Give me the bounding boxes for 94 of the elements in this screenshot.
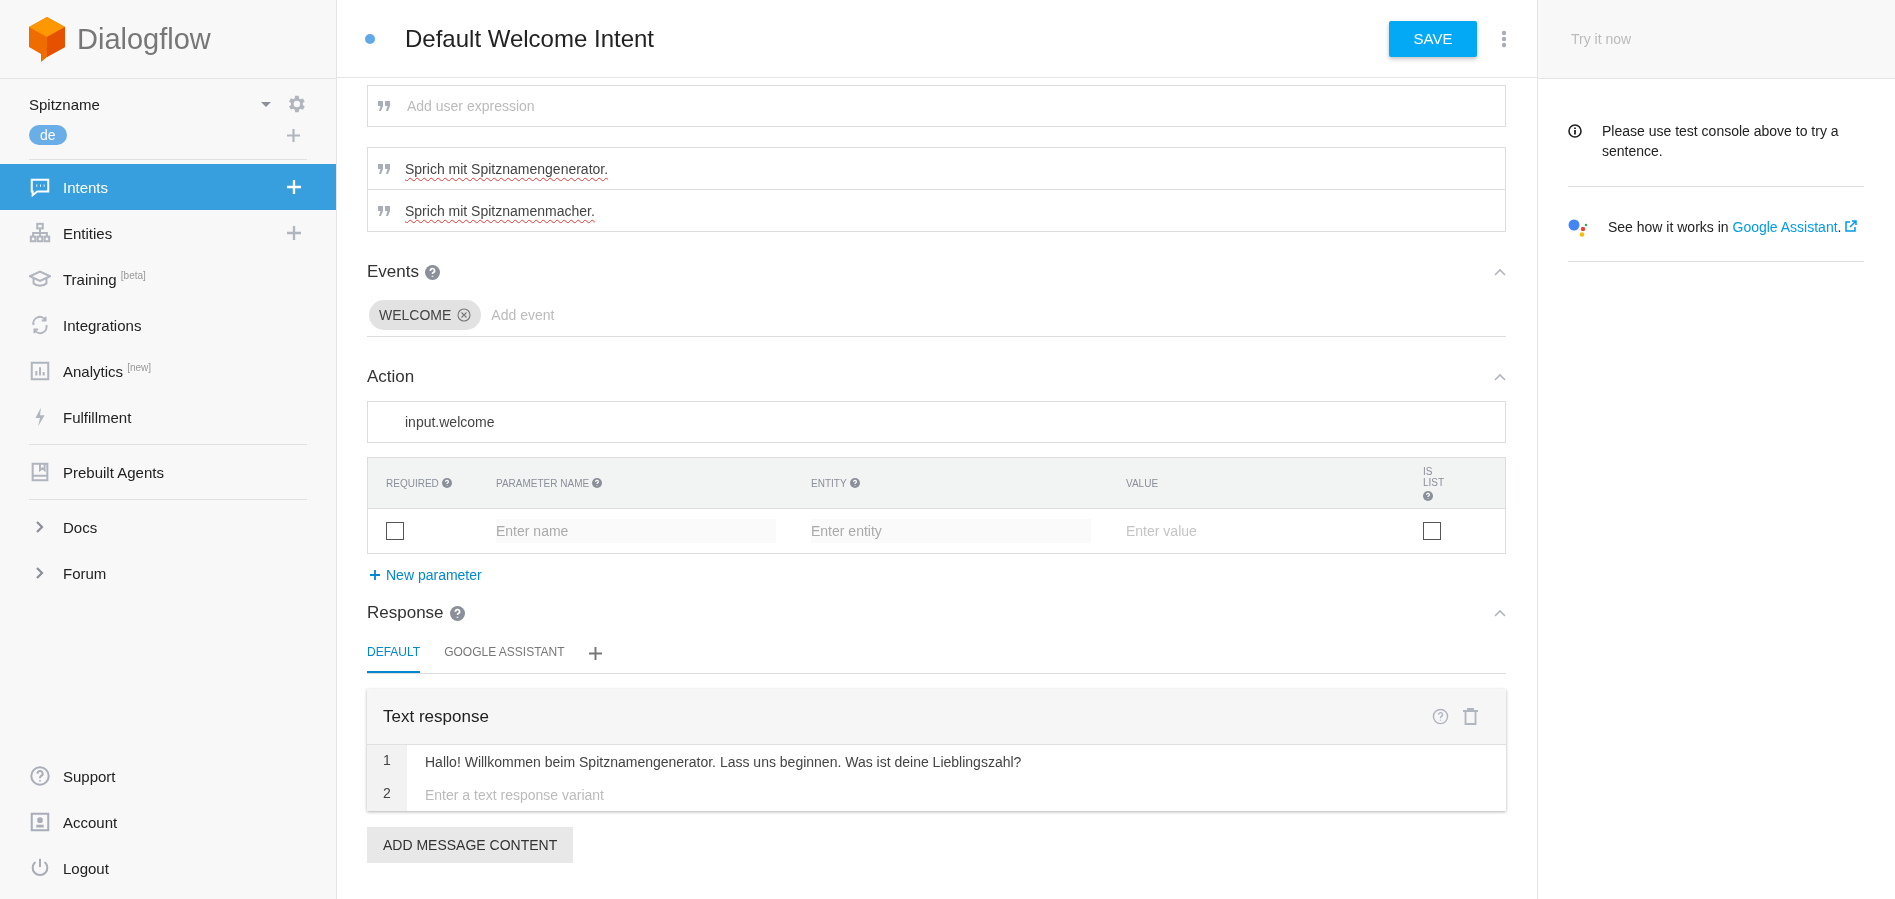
bar-chart-icon — [29, 360, 51, 382]
nav-item[interactable]: Forum — [0, 550, 336, 596]
logo-icon — [29, 16, 65, 62]
add-icon[interactable] — [287, 226, 301, 240]
action-field[interactable]: input.welcome — [367, 401, 1506, 443]
power-icon — [29, 857, 51, 879]
parameter-name-field[interactable]: Enter name — [496, 519, 776, 543]
card-title: Text response — [383, 706, 489, 727]
info-icon — [1568, 124, 1582, 138]
line-number: 1 — [367, 745, 407, 778]
help-icon[interactable] — [449, 605, 465, 621]
section-title: Response — [367, 603, 444, 623]
column-header: IS LIST — [1423, 465, 1453, 501]
nav-item[interactable]: Fulfillment — [0, 394, 336, 440]
nav-item[interactable]: Entities — [0, 210, 336, 256]
nav-label: Forum — [63, 564, 107, 582]
help-icon[interactable] — [441, 478, 452, 488]
help-icon — [29, 765, 51, 787]
nav-item[interactable]: Integrations — [0, 302, 336, 348]
nav-label: Fulfillment — [63, 408, 132, 426]
account-icon — [29, 811, 51, 833]
nav-item[interactable]: Training $^{[beta]}$ — [0, 256, 336, 302]
chevron-up-icon[interactable] — [1494, 373, 1506, 381]
nav-item[interactable]: Docs — [0, 504, 336, 550]
nav-item[interactable]: Account — [0, 799, 336, 845]
event-chip[interactable]: WELCOME — [369, 300, 482, 330]
required-checkbox[interactable] — [386, 522, 404, 540]
nav-label: Intents — [63, 178, 109, 196]
help-icon[interactable] — [1423, 490, 1433, 501]
training-phrase-row[interactable]: Sprich mit Spitznamenmacher. — [368, 189, 1505, 231]
value-field[interactable]: Enter value — [1126, 519, 1406, 543]
nav-item[interactable]: Logout — [0, 845, 336, 891]
response-tab[interactable]: GOOGLE ASSISTANT — [444, 633, 565, 673]
add-icon[interactable] — [588, 646, 602, 660]
column-header: REQUIRED — [386, 477, 452, 489]
info-message: Please use test console above to try a sentence. — [1602, 122, 1840, 162]
training-phrase: Sprich mit Spitznamenmacher. — [405, 202, 595, 219]
quote-icon — [378, 101, 390, 111]
assistant-message: See how it works in Google Assistant. — [1608, 216, 1858, 237]
section-title: Events — [367, 262, 419, 282]
add-icon — [370, 570, 380, 580]
intent-title[interactable]: Default Welcome Intent — [405, 24, 654, 53]
help-icon[interactable] — [425, 264, 440, 280]
quote-icon — [378, 163, 390, 174]
events-field[interactable]: WELCOME Add event — [367, 296, 1506, 337]
remove-icon[interactable] — [457, 308, 472, 322]
nav-label: Integrations — [63, 316, 142, 334]
training-phrase-row[interactable]: Sprich mit Spitznamengenerator. — [368, 148, 1505, 189]
expression-field[interactable]: Add user expression — [367, 85, 1506, 127]
refresh-icon — [29, 314, 51, 336]
nav-label: Entities — [63, 224, 113, 242]
nav-label: Prebuilt Agents — [63, 463, 164, 481]
nav-item[interactable]: Support — [0, 753, 336, 799]
nav-item[interactable]: Analytics $^{[new]}$ — [0, 348, 336, 394]
add-message-content-button[interactable]: ADD MESSAGE CONTENT — [367, 827, 574, 863]
line-number: 2 — [367, 778, 407, 811]
section-title: Action — [367, 367, 415, 387]
chevron-up-icon[interactable] — [1494, 609, 1506, 617]
add-icon[interactable] — [287, 128, 300, 142]
column-header: PARAMETER NAME — [496, 477, 603, 489]
nav-label: Account — [63, 813, 118, 831]
agent-name[interactable]: Spitzname — [29, 95, 100, 113]
nav-label: Docs — [63, 518, 98, 536]
dropdown-caret-icon[interactable] — [261, 101, 271, 107]
help-icon[interactable] — [849, 478, 860, 488]
nav-label: Logout — [63, 859, 109, 877]
action-input[interactable]: input.welcome — [403, 413, 1495, 431]
expression-input[interactable]: Add user expression — [405, 97, 1495, 115]
nav-label: Analytics $^{[new]}$ — [63, 362, 152, 380]
more-options-icon[interactable] — [1501, 29, 1507, 48]
response-tab[interactable]: DEFAULT — [367, 633, 421, 673]
external-link-icon[interactable] — [1845, 219, 1858, 232]
training-phrase: Sprich mit Spitznamengenerator. — [405, 160, 609, 177]
status-dot-icon — [365, 33, 375, 44]
column-header: ENTITY — [811, 477, 860, 489]
nav-label: Support — [63, 767, 116, 785]
logo-text: Dialogflow — [77, 22, 211, 56]
help-icon[interactable] — [1432, 708, 1449, 725]
new-parameter-link[interactable]: New parameter — [367, 567, 482, 583]
quote-icon — [378, 205, 390, 216]
entity-field[interactable]: Enter entity — [811, 519, 1091, 543]
chevron-up-icon[interactable] — [1494, 268, 1506, 276]
nav-label: Training $^{[beta]}$ — [63, 270, 146, 288]
chat-icon — [29, 176, 51, 198]
delete-icon[interactable] — [1463, 708, 1478, 725]
hierarchy-icon — [29, 222, 51, 244]
book-icon — [29, 461, 51, 483]
column-header: VALUE — [1126, 477, 1159, 489]
event-input[interactable]: Add event — [489, 306, 1504, 324]
assistant-dots-icon — [1568, 218, 1588, 237]
graduation-cap-icon — [29, 268, 51, 290]
is-list-checkbox[interactable] — [1423, 522, 1441, 540]
help-icon[interactable] — [592, 478, 603, 488]
nav-item[interactable]: Prebuilt Agents — [0, 449, 336, 495]
